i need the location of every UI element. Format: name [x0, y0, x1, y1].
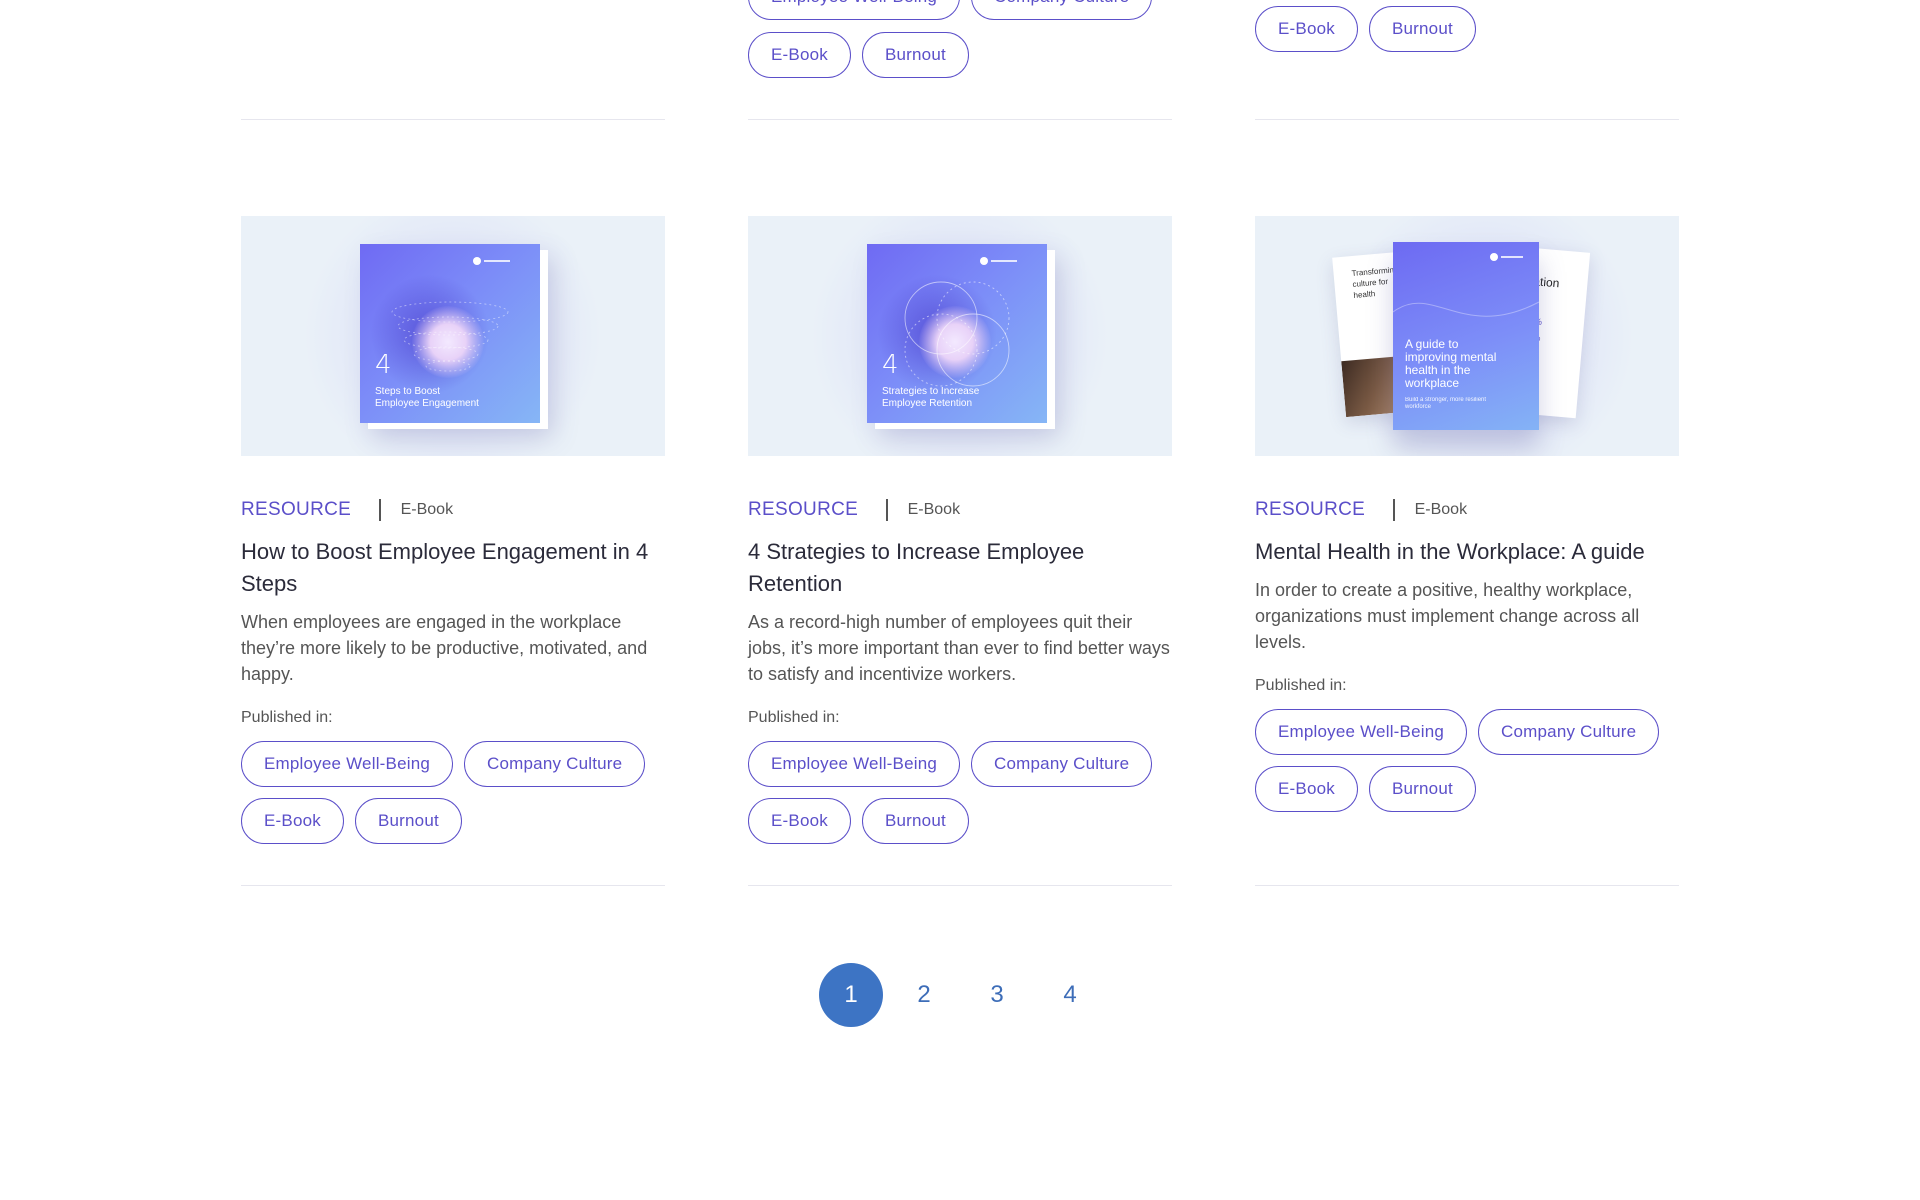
card-divider [241, 885, 665, 886]
resource-card-mental-health[interactable]: Transforming culture for health cation 7… [1255, 216, 1679, 886]
page-2-button[interactable]: 2 [892, 963, 956, 1027]
card-title[interactable]: 4 Strategies to Increase Employee Retent… [748, 536, 1172, 600]
card-divider [241, 119, 665, 120]
cover-title: A guide to improving mental health in th… [1405, 337, 1497, 390]
tag-employee-well-being[interactable]: Employee Well-Being [241, 741, 454, 787]
tag-burnout[interactable]: Burnout [1368, 6, 1476, 52]
brand-logo-icon [1490, 253, 1523, 261]
tag-burnout[interactable]: Burnout [1368, 766, 1476, 812]
card-divider [748, 119, 1172, 120]
tag-burnout[interactable]: Burnout [861, 32, 969, 78]
tag-row: Employee Well-Being Company Culture [1255, 709, 1660, 755]
tag-employee-well-being[interactable]: Employee Well-Being [748, 741, 961, 787]
tag-e-book[interactable]: E-Book [1255, 766, 1358, 812]
card-description: In order to create a positive, healthy w… [1255, 580, 1640, 652]
previous-row: Employee Well-Being Company Culture E-Bo… [0, 0, 1920, 122]
published-label: Published in: [241, 709, 333, 726]
tag-row: Employee Well-Being Company Culture [748, 0, 1153, 20]
card-divider [748, 885, 1172, 886]
cover-number: 4 [375, 350, 392, 380]
tag-burnout[interactable]: Burnout [354, 798, 462, 844]
tag-burnout[interactable]: Burnout [861, 798, 969, 844]
tag-company-culture[interactable]: Company Culture [464, 741, 646, 787]
tag-company-culture[interactable]: Company Culture [971, 741, 1153, 787]
tag-row: E-Book Burnout [1255, 766, 1476, 812]
pagination: 1 2 3 4 [819, 963, 1111, 1027]
tag-e-book[interactable]: E-Book [748, 32, 851, 78]
tag-employee-well-being[interactable]: Employee Well-Being [1255, 709, 1468, 755]
card-description: When employees are engaged in the workpl… [241, 612, 648, 684]
page-1-button[interactable]: 1 [819, 963, 883, 1027]
published-label: Published in: [1255, 677, 1347, 694]
cover-caption: Steps to Boost Employee Engagement [375, 386, 479, 409]
card-meta: RESOURCE E-Book [1255, 498, 1467, 522]
brand-logo-icon [473, 257, 510, 265]
tag-e-book[interactable]: E-Book [748, 798, 851, 844]
page-4-button[interactable]: 4 [1038, 963, 1102, 1027]
card-meta: RESOURCE E-Book [241, 498, 453, 522]
tag-row: E-Book Burnout [748, 798, 969, 844]
meta-separator [886, 499, 888, 521]
cover-caption: Strategies to Increase Employee Retentio… [882, 386, 980, 409]
tag-row: E-Book Burnout [1255, 6, 1476, 52]
ebook-cover: A guide to improving mental health in th… [1393, 242, 1539, 430]
tag-e-book[interactable]: E-Book [1255, 6, 1358, 52]
card-thumbnail[interactable]: 4 Steps to Boost Employee Engagement [241, 216, 665, 456]
card-divider [1255, 119, 1679, 120]
card-description: As a record-high number of employees qui… [748, 612, 1170, 684]
tag-row: Employee Well-Being Company Culture [748, 741, 1153, 787]
ebook-cover: 4 Strategies to Increase Employee Retent… [867, 244, 1047, 423]
ebook-cover: 4 Steps to Boost Employee Engagement [360, 244, 540, 423]
resource-card-retention[interactable]: 4 Strategies to Increase Employee Retent… [748, 216, 1172, 886]
next-section-heading-cutoff [560, 1188, 1360, 1200]
card-title[interactable]: Mental Health in the Workplace: A guide [1255, 536, 1679, 568]
tag-company-culture[interactable]: Company Culture [971, 0, 1153, 20]
published-label: Published in: [748, 709, 840, 726]
cover-number: 4 [882, 350, 899, 380]
resource-card-engagement[interactable]: 4 Steps to Boost Employee Engagement RES… [241, 216, 665, 886]
resource-type: E-Book [907, 501, 961, 518]
tag-row: Employee Well-Being Company Culture [241, 741, 646, 787]
card-thumbnail[interactable]: Transforming culture for health cation 7… [1255, 216, 1679, 456]
resource-type: E-Book [400, 501, 454, 518]
card-meta: RESOURCE E-Book [748, 498, 960, 522]
card-thumbnail[interactable]: 4 Strategies to Increase Employee Retent… [748, 216, 1172, 456]
page-3-button[interactable]: 3 [965, 963, 1029, 1027]
tag-e-book[interactable]: E-Book [241, 798, 344, 844]
resource-label: RESOURCE [241, 499, 352, 520]
meta-separator [379, 499, 381, 521]
tag-row: E-Book Burnout [748, 32, 969, 78]
cover-subtitle: Build a stronger, more resilient workfor… [1405, 397, 1487, 410]
tag-row: E-Book Burnout [241, 798, 462, 844]
resource-type: E-Book [1414, 501, 1468, 518]
brand-logo-icon [980, 257, 1017, 265]
resource-label: RESOURCE [1255, 499, 1366, 520]
tag-company-culture[interactable]: Company Culture [1478, 709, 1660, 755]
card-title[interactable]: How to Boost Employee Engagement in 4 St… [241, 536, 665, 600]
meta-separator [1393, 499, 1395, 521]
resource-label: RESOURCE [748, 499, 859, 520]
tag-employee-well-being[interactable]: Employee Well-Being [748, 0, 961, 20]
card-divider [1255, 885, 1679, 886]
